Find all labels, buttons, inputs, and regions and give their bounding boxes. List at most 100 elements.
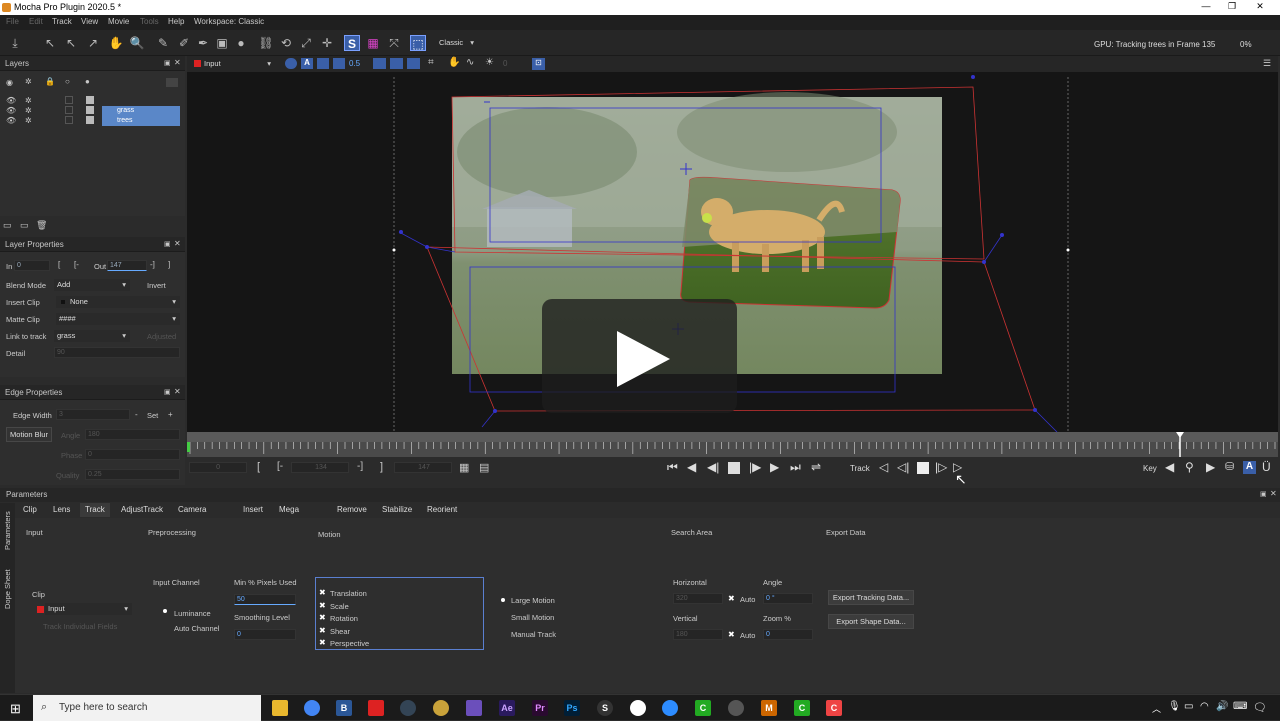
layer-checkbox[interactable] [65,116,73,124]
tab-camera-solve[interactable]: Camera Solve [173,503,211,528]
hand-view-icon[interactable]: ✋ [448,57,460,68]
rectangle-icon[interactable]: ▣ [214,35,230,51]
close-icon[interactable]: ✕ [1250,1,1270,13]
phase-field[interactable]: 0 [85,449,180,460]
zoom-app-icon[interactable] [662,700,678,716]
track-clip-select[interactable]: Input [45,603,132,615]
play-backward-icon[interactable]: ◀ [687,460,696,474]
windows-start-icon[interactable]: ⊞ [10,701,21,717]
large-motion-label[interactable]: Large Motion [511,596,555,605]
matte-clip-select[interactable]: #### [56,313,180,325]
cloud-icon[interactable] [728,700,744,716]
panel-float-icon[interactable]: ▣ [164,59,171,67]
alpha-icon[interactable]: A [301,58,313,69]
adjusted-toggle[interactable]: Adjusted [147,332,176,341]
panel-close-icon[interactable]: ✕ [174,58,181,67]
track-step-forward-icon[interactable]: |▷ [935,460,947,474]
vertical-field[interactable]: 180 [673,629,723,640]
delete-layer-icon[interactable]: 🗑 [36,220,47,231]
frame-clip-icon[interactable]: ▤ [479,461,489,474]
manual-track-label[interactable]: Manual Track [511,630,556,639]
wifi-icon[interactable]: ◠ [1200,701,1209,712]
davinci-icon[interactable] [400,700,416,716]
play-forward-icon[interactable]: ▶ [770,460,779,474]
layer-row[interactable]: 👁 ✲ grass [0,106,185,116]
invert-toggle[interactable]: Invert [147,281,166,290]
zoom-icon[interactable]: 🔍 [129,35,145,51]
viewer-menu-icon[interactable]: ☰ [1263,58,1271,69]
duplicate-layer-icon[interactable]: ▭ [20,220,29,231]
quality-field[interactable]: 0.25 [85,469,180,480]
tab-insert[interactable]: Insert [238,503,268,517]
save-icon[interactable]: ⤓ [7,35,23,51]
view-mode2-icon[interactable] [390,58,403,69]
angle-param-field[interactable]: 0 ° [763,593,813,604]
go-start-icon[interactable]: ⏮ [667,460,678,475]
shear-checkbox[interactable]: ✖ [319,626,326,635]
layer-checkbox[interactable] [65,106,73,114]
link-icon[interactable]: ⛓ [258,35,274,51]
gear-icon[interactable]: ✲ [25,106,32,115]
ellipse-icon[interactable]: ● [233,35,249,51]
step-back-icon[interactable]: ◀| [707,460,719,474]
file-explorer-icon[interactable] [272,700,288,716]
remove-point-icon[interactable]: ✐ [176,35,192,51]
surface-icon[interactable]: S [344,35,360,51]
set-out-point-icon[interactable]: ] [380,461,383,473]
clip-select[interactable]: Input [201,58,275,70]
translation-checkbox[interactable]: ✖ [319,588,326,597]
cache-icon[interactable]: ⊡ [532,58,545,70]
track-stop-icon[interactable] [917,462,929,474]
network-icon[interactable]: ▭ [1184,701,1193,712]
chrome-icon[interactable] [304,700,320,716]
panel-close-icon[interactable]: ✕ [1270,489,1277,498]
set-in-icon[interactable]: [ [58,260,60,269]
pen-icon[interactable]: ✒ [195,35,211,51]
zoom-field[interactable]: 0 [763,629,813,640]
purple-app-icon[interactable] [466,700,482,716]
hand-icon[interactable]: ✋ [108,35,124,51]
horizontal-field[interactable]: 320 [673,593,723,604]
menu-edit[interactable]: Edit [29,17,43,26]
select-all-icon[interactable]: ↗ [85,35,101,51]
stop-icon[interactable] [728,462,740,474]
edge-decrease-icon[interactable]: - [135,410,138,419]
auto-channel-label[interactable]: Auto Channel [174,624,219,633]
snap-icon[interactable]: ⌗ [428,57,434,68]
gear-icon[interactable]: ✲ [25,116,32,125]
horizontal-auto-checkbox[interactable]: ✖ [728,594,735,603]
detail-field[interactable]: 90 [54,347,180,358]
brightness-icon[interactable]: ☀ [485,57,494,68]
motion-blur-button[interactable]: Motion Blur [6,427,52,442]
layer-color-swatch[interactable] [86,116,94,124]
link-to-track-select[interactable]: grass [54,330,130,342]
tab-adjusttrack[interactable]: AdjustTrack [116,503,168,517]
panel-float-icon[interactable]: ▣ [1260,490,1267,498]
tab-lens[interactable]: Lens [48,503,75,517]
tab-track[interactable]: Track [80,503,110,517]
layer-row[interactable]: 👁 ✲ trees [0,116,185,126]
s-app-icon[interactable]: S [597,700,613,716]
tab-remove[interactable]: Remove [332,503,372,517]
set-out-icon[interactable]: ] [168,260,170,269]
view-mode3-icon[interactable] [407,58,420,69]
min-pixels-field[interactable]: 50 [234,594,296,605]
export-tracking-data-button[interactable]: Export Tracking Data... [828,590,914,605]
layer-name[interactable]: trees [102,116,180,126]
tab-mega-plates[interactable]: Mega Plates [274,503,306,528]
luminance-label[interactable]: Luminance [174,609,211,618]
layer-name[interactable] [102,96,180,106]
insert-clip-select[interactable]: None [56,296,180,308]
layer-row[interactable]: 👁 ✲ [0,96,185,106]
mic-icon[interactable]: 🎙 [1168,701,1181,712]
add-key-icon[interactable]: ⚲ [1185,460,1194,474]
slack-icon[interactable] [630,700,646,716]
go-out-point-icon[interactable]: -] [357,461,363,472]
taskbar-search-input[interactable]: Type here to search [33,695,261,721]
maximize-icon[interactable]: ❐ [1222,1,1242,13]
visibility-icon[interactable]: 👁 [6,116,16,125]
b-app-icon[interactable]: B [336,700,352,716]
layer-name[interactable]: grass [102,106,180,116]
layer-checkbox[interactable] [65,96,73,104]
panel-close-icon[interactable]: ✕ [174,387,181,396]
